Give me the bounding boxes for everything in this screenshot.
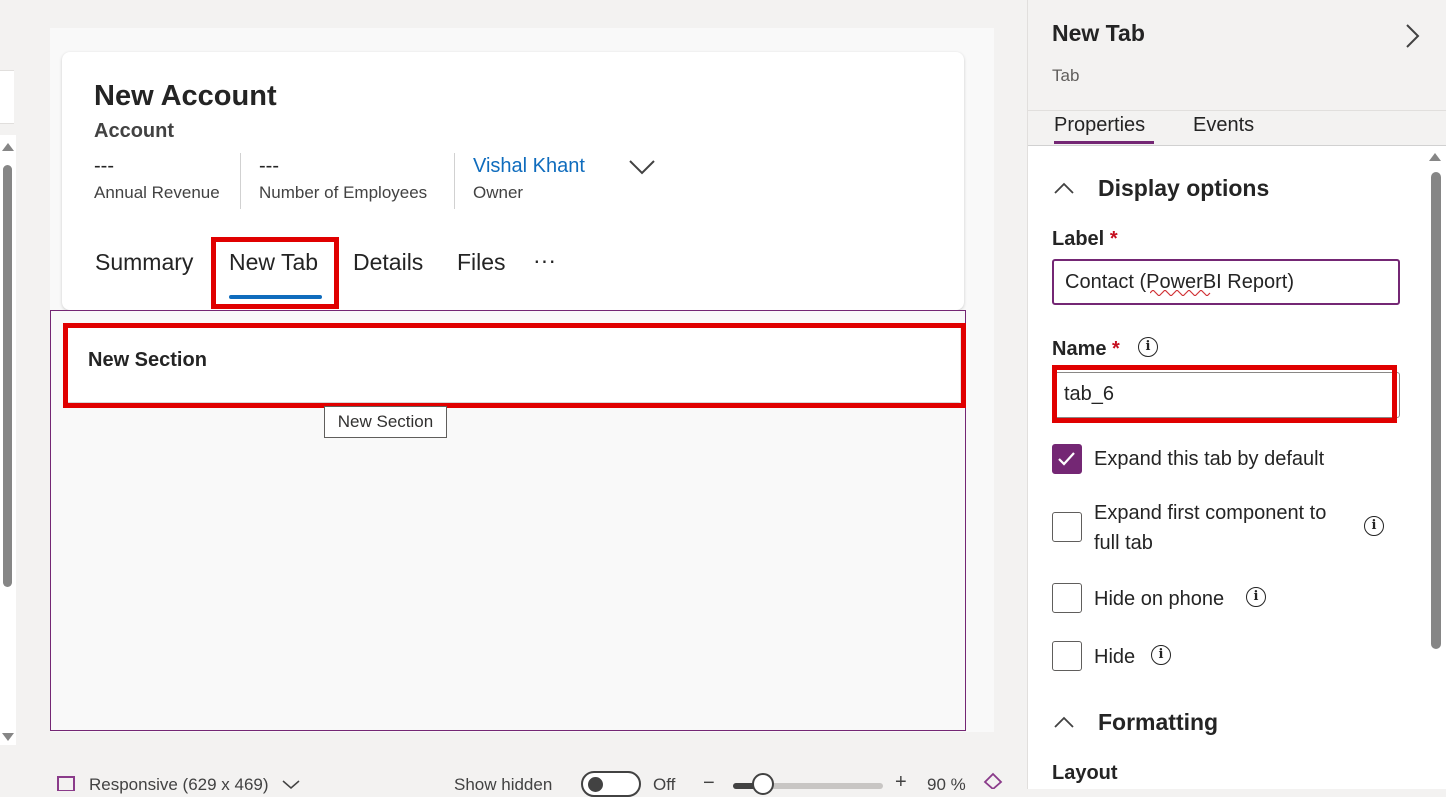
toggle-knob (588, 777, 603, 792)
hide-on-phone-checkbox[interactable] (1052, 583, 1082, 613)
chevron-right-icon[interactable] (1403, 23, 1421, 49)
more-tabs-button[interactable]: ··· (533, 247, 556, 274)
left-pane-item (0, 70, 14, 124)
show-hidden-label: Show hidden (454, 775, 553, 794)
tab-files[interactable]: Files (457, 249, 506, 276)
expand-tab-by-default-checkbox[interactable] (1052, 444, 1082, 474)
pane-scrollbar-thumb[interactable] (1431, 172, 1441, 649)
tab-summary[interactable]: Summary (95, 249, 193, 276)
left-scroll-down-arrow-icon[interactable] (2, 733, 14, 741)
pane-scroll-up-arrow-icon[interactable] (1429, 153, 1441, 161)
zoom-in-button[interactable]: + (895, 771, 907, 794)
zoom-slider-thumb[interactable] (752, 773, 774, 795)
form-entity-name: Account (94, 120, 174, 142)
spellcheck-underline (1150, 290, 1211, 296)
pane-subtitle: Tab (1052, 66, 1080, 85)
required-mark: * (1112, 338, 1120, 360)
label-field-label: Label * (1052, 228, 1118, 251)
highlight-box-section (63, 323, 966, 408)
header-field-annual-revenue-value: --- (94, 155, 114, 177)
chevron-up-icon[interactable] (1053, 715, 1075, 729)
name-field-label-text: Name (1052, 338, 1107, 360)
header-divider (240, 153, 241, 209)
left-scroll-up-arrow-icon[interactable] (2, 143, 14, 151)
info-icon[interactable]: i (1138, 337, 1158, 357)
fit-to-width-icon[interactable] (983, 772, 1003, 789)
layout-label: Layout (1052, 762, 1118, 784)
info-icon[interactable]: i (1364, 516, 1384, 536)
header-divider (454, 153, 455, 209)
info-icon[interactable]: i (1246, 587, 1266, 607)
highlight-box-new-tab (211, 237, 339, 309)
header-field-employees-value: --- (259, 155, 279, 177)
info-icon[interactable]: i (1151, 645, 1171, 665)
tab-events[interactable]: Events (1193, 114, 1254, 137)
checkmark-icon (1058, 452, 1075, 466)
name-field-label: Name * (1052, 338, 1120, 361)
label-field-label-text: Label (1052, 228, 1105, 250)
expand-first-component-label-line2: full tab (1094, 532, 1153, 554)
active-pane-tab-indicator (1054, 141, 1154, 144)
header-field-employees-label: Number of Employees (259, 183, 428, 202)
form-title: New Account (94, 80, 277, 112)
hide-on-phone-label: Hide on phone (1094, 588, 1225, 610)
left-scrollbar-thumb[interactable] (3, 165, 12, 587)
display-options-heading[interactable]: Display options (1098, 175, 1269, 202)
required-mark: * (1109, 228, 1118, 250)
tab-details[interactable]: Details (353, 249, 423, 276)
expand-first-component-checkbox[interactable] (1052, 512, 1082, 542)
responsive-size-label[interactable]: Responsive (629 x 469) (89, 775, 269, 795)
chevron-up-icon[interactable] (1053, 181, 1075, 195)
properties-pane-header (1028, 0, 1446, 111)
zoom-level: 90 % (927, 775, 966, 794)
expand-first-component-label-line1: Expand first component to (1094, 502, 1327, 524)
tab-properties[interactable]: Properties (1054, 114, 1145, 137)
toggle-state-label: Off (653, 775, 676, 794)
header-field-annual-revenue-label: Annual Revenue (94, 183, 220, 202)
chevron-down-icon[interactable] (281, 779, 301, 789)
zoom-out-button[interactable]: − (703, 772, 715, 795)
hide-label: Hide (1094, 646, 1136, 668)
header-field-owner-label: Owner (473, 183, 524, 202)
highlight-box-name (1052, 365, 1397, 423)
chevron-down-icon[interactable] (628, 158, 656, 176)
label-input[interactable]: Contact (PowerBI Report) (1052, 259, 1400, 305)
hide-checkbox[interactable] (1052, 641, 1082, 671)
formatting-heading[interactable]: Formatting (1098, 709, 1218, 736)
header-field-owner-value[interactable]: Vishal Khant (473, 155, 585, 178)
pane-title: New Tab (1052, 20, 1145, 46)
show-hidden-toggle[interactable] (581, 771, 641, 797)
section-tooltip: New Section (324, 406, 447, 438)
expand-tab-by-default-label: Expand this tab by default (1094, 448, 1325, 470)
